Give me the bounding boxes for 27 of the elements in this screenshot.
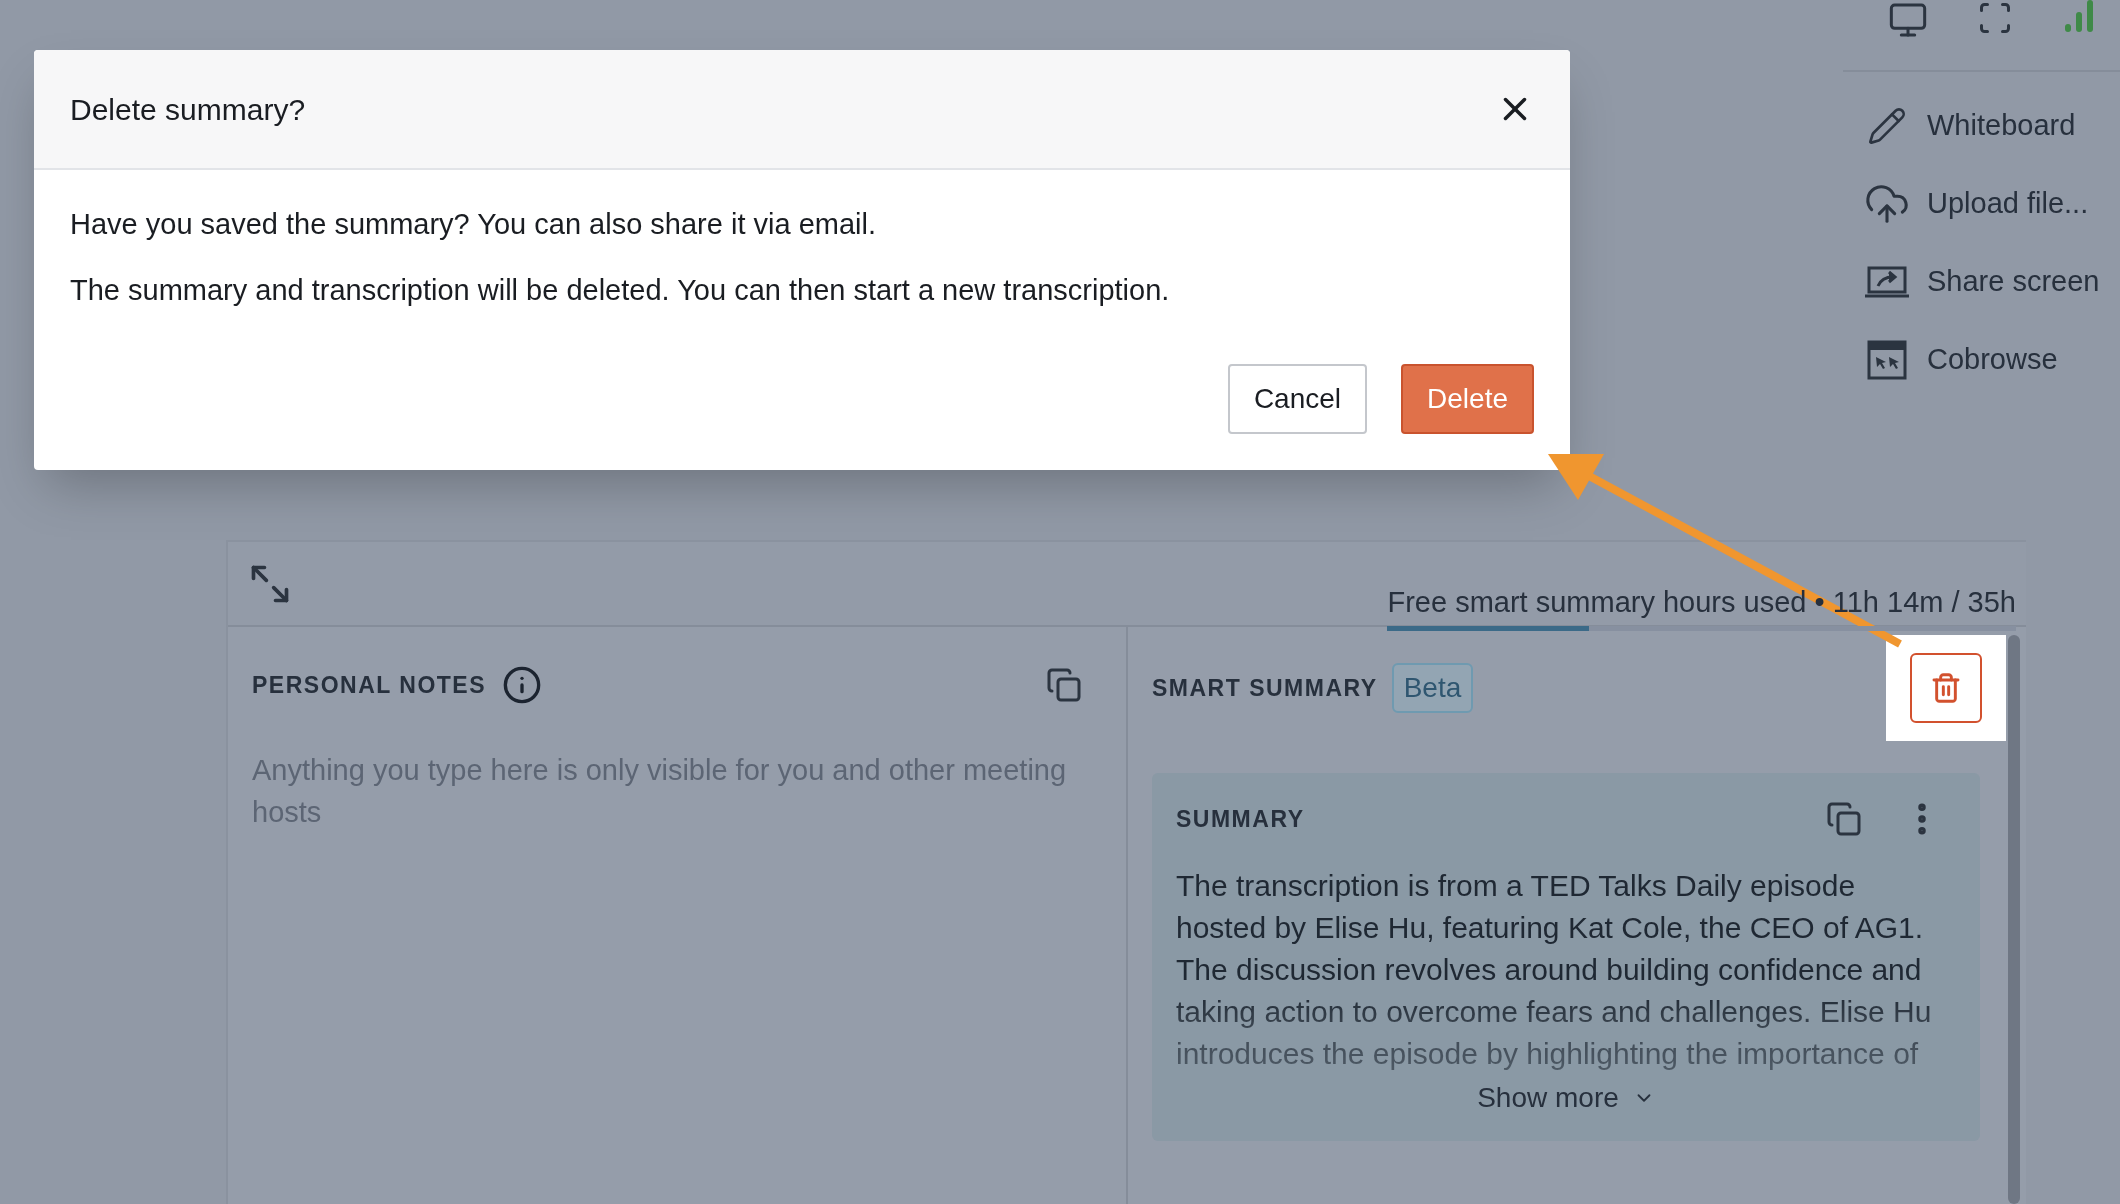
beta-badge: Beta: [1391, 663, 1474, 713]
smart-summary-title: SMART SUMMARY: [1152, 673, 1378, 703]
dialog-message: Have you saved the summary? You can also share it via email.: [70, 207, 877, 242]
pencil-icon: [1867, 106, 1907, 146]
copy-icon[interactable]: [1046, 667, 1082, 703]
personal-notes-title: PERSONAL NOTES: [252, 670, 486, 700]
sidebar-item[interactable]: Whiteboard: [1863, 102, 2120, 150]
signal-icon: [2063, 0, 2096, 34]
sidebar-item[interactable]: Cobrowse: [1863, 336, 2120, 384]
dialog-message: The summary and transcription will be deleted. You can then start a new transcription.: [70, 273, 1171, 308]
cancel-button[interactable]: Cancel: [1227, 364, 1368, 434]
usage-text: Free smart summary hours used • 11h 14m / 35h: [1387, 585, 2016, 620]
show-more-button[interactable]: Show more: [1477, 1077, 1655, 1119]
delete-button[interactable]: Delete: [1401, 364, 1534, 434]
trash-icon: [1930, 672, 1962, 704]
delete-button[interactable]: [1910, 653, 1982, 723]
summary-title: SUMMARY: [1176, 804, 1305, 834]
info-icon[interactable]: [502, 665, 542, 705]
laptop-arrow-icon: [1864, 265, 1910, 299]
summary-text: The transcription is from a TED Talks Daily episode hosted by Elise Hu, featuring Kat Cole, the CEO of AG1. The discussion revolves around building confidence and taking action to overcome fears and challenges. Elise Hu introduces the episode by highlighting the importance of: [1176, 868, 1933, 1072]
scrollbar[interactable]: [2008, 635, 2020, 1204]
monitor-icon[interactable]: [1887, 0, 1928, 40]
browser-cursors-icon: [1867, 340, 1907, 380]
sidebar-item[interactable]: Upload file...: [1863, 180, 2120, 228]
dialog-title: Delete summary?: [70, 91, 306, 128]
copy-icon[interactable]: [1826, 801, 1862, 837]
sidebar-item[interactable]: Share screen: [1863, 258, 2120, 306]
